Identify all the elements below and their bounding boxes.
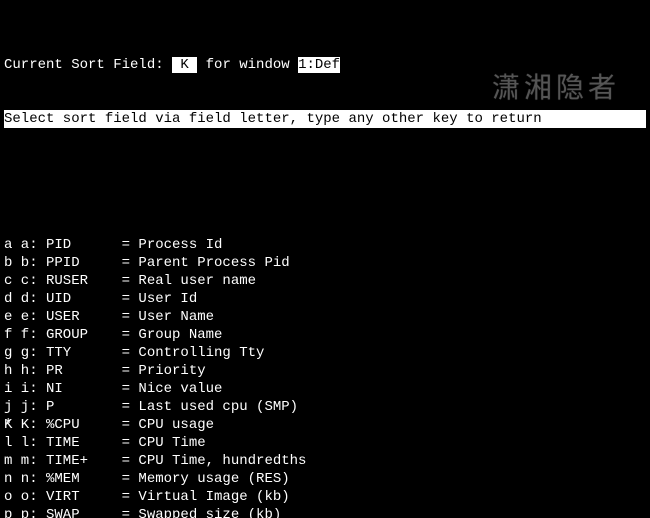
field-row[interactable]: b b: PPID = Parent Process Pid — [4, 254, 646, 272]
terminal-screen[interactable]: Current Sort Field: K for window 1:Def S… — [0, 0, 650, 518]
field-row[interactable]: o o: VIRT = Virtual Image (kb) — [4, 488, 646, 506]
current-sort-key: K — [172, 57, 197, 73]
current-window: 1:Def — [298, 57, 340, 73]
field-row[interactable]: f f: GROUP = Group Name — [4, 326, 646, 344]
field-line-text: o: VIRT = Virtual Image (kb) — [4, 489, 290, 505]
header-line-2: Select sort field via field letter, type… — [4, 110, 646, 128]
field-row[interactable]: a a: PID = Process Id — [4, 236, 646, 254]
field-line-text: a: PID = Process Id — [4, 237, 222, 253]
field-row[interactable]: p p: SWAP = Swapped size (kb) — [4, 506, 646, 518]
header-prefix: Current Sort Field: — [4, 57, 172, 73]
blank-line — [4, 164, 646, 182]
field-line-text: h: PR = Priority — [4, 363, 206, 379]
field-line-text: * K: %CPU = CPU usage — [4, 417, 214, 433]
field-line-text: m: TIME+ = CPU Time, hundredths — [4, 453, 306, 469]
field-line-text: d: UID = User Id — [4, 291, 197, 307]
field-row[interactable]: j j: P = Last used cpu (SMP) — [4, 398, 646, 416]
field-row[interactable]: c c: RUSER = Real user name — [4, 272, 646, 290]
field-row[interactable]: m m: TIME+ = CPU Time, hundredths — [4, 452, 646, 470]
field-line-text: p: SWAP = Swapped size (kb) — [4, 507, 281, 518]
field-line-text: c: RUSER = Real user name — [4, 273, 256, 289]
field-line-text: e: USER = User Name — [4, 309, 214, 325]
field-row[interactable]: d d: UID = User Id — [4, 290, 646, 308]
field-row[interactable]: i i: NI = Nice value — [4, 380, 646, 398]
field-line-text: l: TIME = CPU Time — [4, 435, 206, 451]
field-line-text: j: P = Last used cpu (SMP) — [4, 399, 298, 415]
header-mid: for window — [197, 57, 298, 73]
field-row[interactable]: n n: %MEM = Memory usage (RES) — [4, 470, 646, 488]
watermark-text: 潇湘隐者 — [492, 80, 620, 98]
header-line-1: Current Sort Field: K for window 1:Def — [4, 56, 646, 74]
field-row[interactable]: l l: TIME = CPU Time — [4, 434, 646, 452]
field-line-text: n: %MEM = Memory usage (RES) — [4, 471, 290, 487]
field-row[interactable]: h h: PR = Priority — [4, 362, 646, 380]
field-line-text: i: NI = Nice value — [4, 381, 222, 397]
field-line-text: g: TTY = Controlling Tty — [4, 345, 264, 361]
field-row[interactable]: K* K: %CPU = CPU usage — [4, 416, 646, 434]
field-line-text: f: GROUP = Group Name — [4, 327, 222, 343]
field-row[interactable]: g g: TTY = Controlling Tty — [4, 344, 646, 362]
field-line-text: b: PPID = Parent Process Pid — [4, 255, 290, 271]
field-row[interactable]: e e: USER = User Name — [4, 308, 646, 326]
field-list: a a: PID = Process Idb b: PPID = Parent … — [4, 236, 646, 518]
